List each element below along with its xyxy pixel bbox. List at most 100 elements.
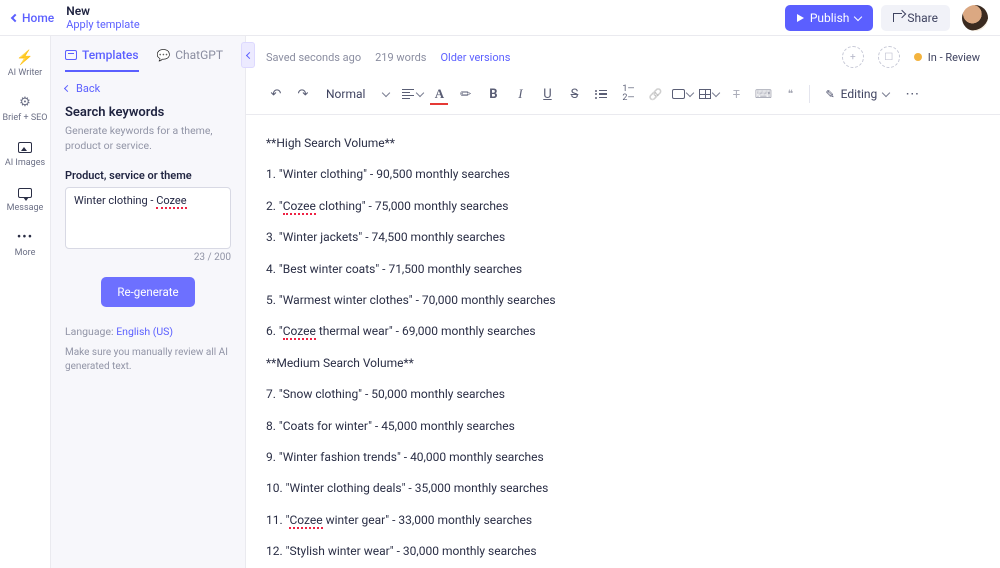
align-button[interactable] <box>400 82 424 106</box>
theme-input[interactable]: Winter clothing - Cozee <box>65 187 231 249</box>
doc-line: **Medium Search Volume** <box>266 355 980 372</box>
side-panel: Templates ChatGPT Back Search keywords G… <box>51 36 246 568</box>
editing-mode-select[interactable]: Editing <box>817 87 897 101</box>
gear-icon <box>17 95 33 111</box>
table-icon <box>699 89 711 99</box>
publish-label: Publish <box>810 11 850 25</box>
field-label: Product, service or theme <box>65 169 231 182</box>
side-tabs: Templates ChatGPT <box>51 36 245 72</box>
chevron-left-icon <box>64 85 71 92</box>
share-icon <box>893 13 902 22</box>
quote-button[interactable] <box>778 82 802 106</box>
heading-select[interactable]: Normal <box>318 87 397 101</box>
insert-image-button[interactable] <box>670 82 694 106</box>
link-button[interactable] <box>643 82 667 106</box>
bold-button[interactable]: B <box>481 82 505 106</box>
tab-templates[interactable]: Templates <box>65 48 139 72</box>
bullet-list-button[interactable] <box>589 82 613 106</box>
doc-line: 1. "Winter clothing" - 90,500 monthly se… <box>266 166 980 183</box>
doc-line: 5. "Warmest winter clothes" - 70,000 mon… <box>266 292 980 309</box>
title-block: New Apply template <box>66 4 139 31</box>
panel-description: Generate keywords for a theme, product o… <box>65 124 231 153</box>
doc-line: 9. "Winter fashion trends" - 40,000 mont… <box>266 449 980 466</box>
numbered-list-icon: 1—2— <box>622 85 634 103</box>
home-link[interactable]: Home <box>12 11 54 25</box>
language-row: Language: English (US) <box>65 325 231 338</box>
image-icon <box>18 142 32 153</box>
underline-button[interactable]: U <box>535 82 559 106</box>
apply-template-link[interactable]: Apply template <box>66 18 139 31</box>
language-link[interactable]: English (US) <box>116 325 173 338</box>
document-body[interactable]: **High Search Volume** 1. "Winter clothin… <box>246 115 1000 568</box>
more-options-button[interactable] <box>900 82 924 106</box>
redo-button[interactable] <box>291 82 315 106</box>
left-rail: AI Writer Brief + SEO AI Images Message … <box>0 36 51 568</box>
align-left-icon <box>402 89 414 99</box>
play-icon <box>797 14 804 22</box>
editor-meta: Saved seconds ago 219 words Older versio… <box>246 36 1000 68</box>
chevron-down-icon <box>416 88 424 96</box>
chevron-down-icon <box>382 88 390 96</box>
chevron-down-icon <box>882 88 890 96</box>
word-count: 219 words <box>375 51 426 64</box>
editor-area: Saved seconds ago 219 words Older versio… <box>246 36 1000 568</box>
image-icon <box>672 89 685 99</box>
doc-line: 2. "Cozee clothing" - 75,000 monthly sea… <box>266 198 980 215</box>
doc-line: 10. "Winter clothing deals" - 35,000 mon… <box>266 480 980 497</box>
publish-button[interactable]: Publish <box>785 5 874 31</box>
rail-brief-seo[interactable]: Brief + SEO <box>0 91 50 128</box>
chevron-down-icon <box>854 12 862 20</box>
doc-line: 4. "Best winter coats" - 71,500 monthly … <box>266 261 980 278</box>
toolbar-separator <box>809 85 810 103</box>
strikethrough-button[interactable]: S <box>562 82 586 106</box>
status-dot-icon <box>914 53 922 61</box>
undo-button[interactable] <box>264 82 288 106</box>
bullet-list-icon <box>595 90 607 99</box>
share-label: Share <box>907 11 938 25</box>
more-icon: ••• <box>17 230 33 246</box>
text-color-button[interactable]: A <box>427 82 451 106</box>
add-assignee-button[interactable]: + <box>842 46 864 68</box>
doc-line: 12. "Stylish winter wear" - 30,000 month… <box>266 543 980 560</box>
italic-button[interactable]: I <box>508 82 532 106</box>
rail-ai-writer[interactable]: AI Writer <box>0 46 50 83</box>
doc-line: 7. "Snow clothing" - 50,000 monthly sear… <box>266 386 980 403</box>
doc-line: 3. "Winter jackets" - 74,500 monthly sea… <box>266 229 980 246</box>
app-header: Home New Apply template Publish Share <box>0 0 1000 36</box>
regenerate-button[interactable]: Re-generate <box>101 277 194 307</box>
chevron-down-icon <box>712 88 720 96</box>
review-note: Make sure you manually review all AI gen… <box>65 346 231 374</box>
doc-line: 11. "Cozee winter gear" - 33,000 monthly… <box>266 512 980 529</box>
pencil-icon <box>825 87 834 101</box>
templates-icon <box>65 50 77 60</box>
add-date-button[interactable]: ☐ <box>878 46 900 68</box>
insert-table-button[interactable] <box>697 82 721 106</box>
doc-line: 6. "Cozee thermal wear" - 69,000 monthly… <box>266 323 980 340</box>
char-counter: 23 / 200 <box>65 252 231 263</box>
numbered-list-button[interactable]: 1—2— <box>616 82 640 106</box>
clear-format-button[interactable] <box>724 82 748 106</box>
doc-line: 8. "Coats for winter" - 45,000 monthly s… <box>266 418 980 435</box>
document-title[interactable]: New <box>66 4 139 18</box>
saved-status: Saved seconds ago <box>266 51 361 64</box>
avatar[interactable] <box>962 5 988 31</box>
bolt-icon <box>17 50 33 66</box>
status-pill[interactable]: In - Review <box>914 51 980 64</box>
tab-chatgpt[interactable]: ChatGPT <box>157 48 223 72</box>
chat-icon <box>157 48 171 62</box>
rail-ai-images[interactable]: AI Images <box>0 136 50 173</box>
older-versions-link[interactable]: Older versions <box>440 51 510 64</box>
chevron-down-icon <box>686 88 694 96</box>
share-button[interactable]: Share <box>881 5 950 31</box>
rail-more[interactable]: ••• More <box>0 226 50 263</box>
doc-line: **High Search Volume** <box>266 135 980 152</box>
back-link[interactable]: Back <box>51 72 245 105</box>
highlight-button[interactable] <box>454 82 478 106</box>
code-button[interactable] <box>751 82 775 106</box>
home-label: Home <box>22 11 54 25</box>
message-icon <box>18 188 32 198</box>
panel-title: Search keywords <box>65 105 231 120</box>
rail-message[interactable]: Message <box>0 181 50 218</box>
chevron-left-icon <box>11 13 19 21</box>
editor-toolbar: Normal A B I U S 1—2— <box>246 74 1000 115</box>
